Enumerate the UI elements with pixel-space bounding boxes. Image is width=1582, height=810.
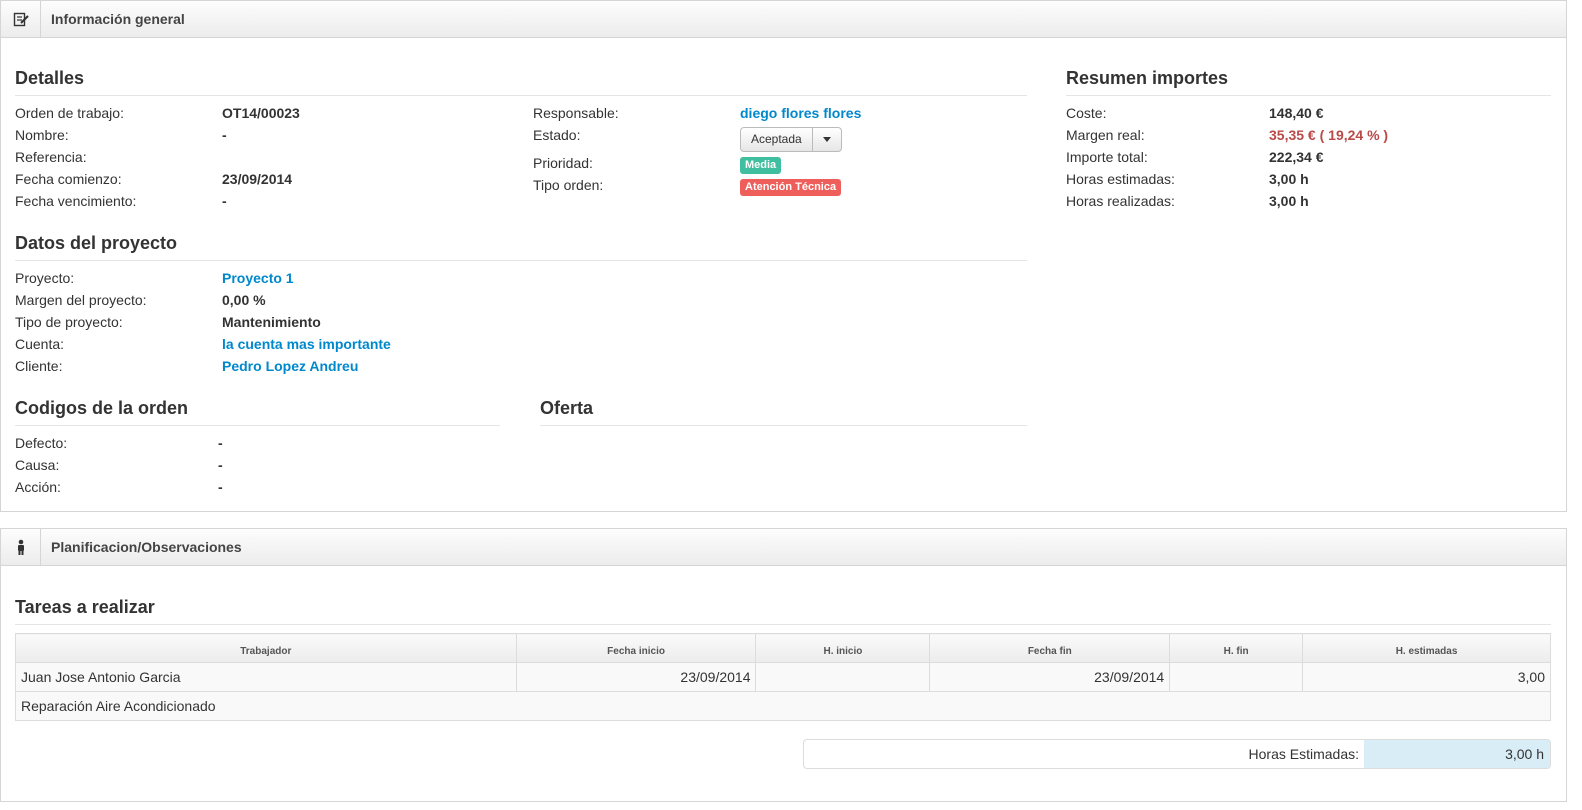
defecto-label: Defecto: xyxy=(15,435,68,451)
general-info-header: Información general xyxy=(1,1,1566,38)
importe-total-value: 222,34 € xyxy=(1269,149,1324,165)
margen-proyecto-value: 0,00 % xyxy=(222,292,266,308)
cell-fecha-fin: 23/09/2014 xyxy=(929,662,1171,692)
fecha-comienzo-value: 23/09/2014 xyxy=(222,171,293,187)
causa-label: Causa: xyxy=(15,457,60,473)
nombre-value: - xyxy=(222,127,227,143)
general-info-title: Información general xyxy=(51,11,185,27)
defecto-value: - xyxy=(218,435,223,451)
codigos-title: Codigos de la orden xyxy=(15,398,500,426)
cell-h-fin xyxy=(1169,662,1304,692)
proyecto-label: Proyecto: xyxy=(15,270,75,286)
prioridad-label: Prioridad: xyxy=(533,155,593,171)
tipo-proyecto-label: Tipo de proyecto: xyxy=(15,314,123,330)
cuenta-link[interactable]: la cuenta mas importante xyxy=(222,336,391,352)
table-row-description: Reparación Aire Acondicionado xyxy=(15,691,1551,721)
fecha-comienzo-label: Fecha comienzo: xyxy=(15,171,122,187)
tipo-orden-label: Tipo orden: xyxy=(533,177,604,193)
totals-label: Horas Estimadas: xyxy=(1248,746,1359,762)
estado-label: Estado: xyxy=(533,127,581,143)
cell-h-inicio xyxy=(755,662,931,692)
user-icon xyxy=(1,529,41,565)
margen-real-value: 35,35 € ( 19,24 % ) xyxy=(1269,127,1389,143)
cliente-link[interactable]: Pedro Lopez Andreu xyxy=(222,358,358,374)
tipo-proyecto-value: Mantenimiento xyxy=(222,314,321,330)
cliente-label: Cliente: xyxy=(15,358,63,374)
responsable-label: Responsable: xyxy=(533,105,619,121)
estado-dropdown[interactable]: Aceptada xyxy=(740,127,842,152)
horas-estimadas-label: Horas estimadas: xyxy=(1066,171,1175,187)
tasks-table: Trabajador Fecha inicio H. inicio Fecha … xyxy=(15,633,1551,721)
coste-label: Coste: xyxy=(1066,105,1107,121)
tasks-header-row: Trabajador Fecha inicio H. inicio Fecha … xyxy=(15,633,1551,663)
prioridad-badge: Media xyxy=(740,157,782,174)
accion-value: - xyxy=(218,479,223,495)
importe-total-label: Importe total: xyxy=(1066,149,1148,165)
column-header-h-fin[interactable]: H. fin xyxy=(1169,633,1304,663)
horas-realizadas-value: 3,00 h xyxy=(1269,193,1309,209)
cuenta-label: Cuenta: xyxy=(15,336,65,352)
proyecto-title: Datos del proyecto xyxy=(15,233,1027,261)
oferta-title: Oferta xyxy=(540,398,1027,426)
accion-label: Acción: xyxy=(15,479,61,495)
cell-h-estimadas: 3,00 xyxy=(1302,662,1551,692)
fecha-vencimiento-value: - xyxy=(222,193,227,209)
totals-value: 3,00 h xyxy=(1364,740,1550,768)
detalles-title: Detalles xyxy=(15,68,1027,96)
chevron-down-icon xyxy=(822,137,831,142)
orden-value: OT14/00023 xyxy=(222,105,300,121)
column-header-h-estimadas[interactable]: H. estimadas xyxy=(1302,633,1551,663)
table-row: Juan Jose Antonio Garcia 23/09/2014 23/0… xyxy=(15,662,1551,692)
fecha-vencimiento-label: Fecha vencimiento: xyxy=(15,193,137,209)
tipo-orden-badge: Atención Técnica xyxy=(740,179,842,196)
resumen-title: Resumen importes xyxy=(1066,68,1551,96)
tareas-title: Tareas a realizar xyxy=(15,597,1551,625)
column-header-h-inicio[interactable]: H. inicio xyxy=(755,633,931,663)
cell-trabajador: Juan Jose Antonio Garcia xyxy=(15,662,517,692)
horas-realizadas-label: Horas realizadas: xyxy=(1066,193,1175,209)
cell-descripcion: Reparación Aire Acondicionado xyxy=(15,691,1551,721)
coste-value: 148,40 € xyxy=(1269,105,1324,121)
causa-value: - xyxy=(218,457,223,473)
cell-fecha-inicio: 23/09/2014 xyxy=(515,662,757,692)
horas-estimadas-value: 3,00 h xyxy=(1269,171,1309,187)
proyecto-link[interactable]: Proyecto 1 xyxy=(222,270,294,286)
orden-label: Orden de trabajo: xyxy=(15,105,124,121)
column-header-fecha-fin[interactable]: Fecha fin xyxy=(929,633,1171,663)
referencia-label: Referencia: xyxy=(15,149,87,165)
edit-icon xyxy=(1,1,41,37)
responsable-link[interactable]: diego flores flores xyxy=(740,105,861,121)
planificacion-title: Planificacion/Observaciones xyxy=(51,539,242,555)
margen-real-label: Margen real: xyxy=(1066,127,1145,143)
totals-bar: Horas Estimadas: 3,00 h xyxy=(803,739,1551,769)
margen-proyecto-label: Margen del proyecto: xyxy=(15,292,147,308)
nombre-label: Nombre: xyxy=(15,127,69,143)
estado-caret-button[interactable] xyxy=(813,128,841,151)
planificacion-header: Planificacion/Observaciones xyxy=(1,529,1566,566)
estado-button[interactable]: Aceptada xyxy=(741,128,813,151)
column-header-fecha-inicio[interactable]: Fecha inicio xyxy=(515,633,757,663)
column-header-trabajador[interactable]: Trabajador xyxy=(15,633,517,663)
